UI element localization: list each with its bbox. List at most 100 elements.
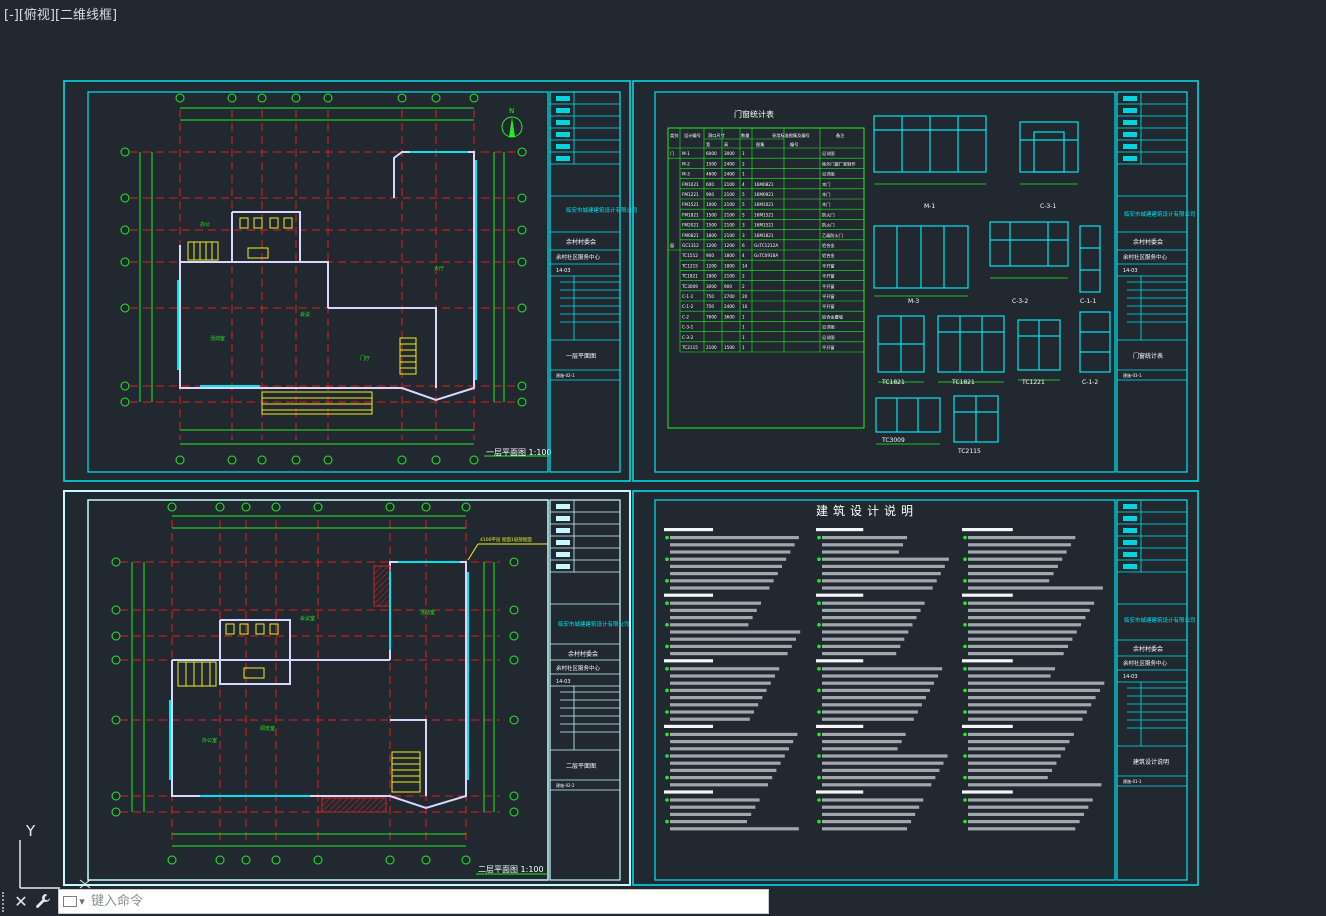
table-cell: 900 bbox=[724, 284, 732, 289]
svg-text:TC1221: TC1221 bbox=[1021, 379, 1045, 386]
table-cell: 2 bbox=[742, 161, 745, 166]
table-cell: 16M1521 bbox=[754, 212, 774, 217]
table-cell: 铝合金幕墙 bbox=[822, 313, 843, 320]
table-cell: M-1 bbox=[682, 151, 690, 156]
model-space-viewport[interactable]: [-][俯视][二维线框] N 办公 会议 大厅 门厅 活动室 一层平面图 1:… bbox=[0, 0, 1326, 916]
table-header-cell: 数量 bbox=[741, 132, 749, 139]
svg-text:TC1821: TC1821 bbox=[881, 379, 905, 386]
svg-text:建施-02-1: 建施-02-1 bbox=[556, 372, 575, 378]
svg-text:余村村委会: 余村村委会 bbox=[568, 650, 598, 658]
svg-text:TC1821: TC1821 bbox=[951, 379, 975, 386]
sheet-2-door-window-schedule[interactable]: 门窗统计表 类别 设计编号 洞口尺寸 数量 采用标准图集及编号 备注宽 高 图集 编号门 M-1 6… bbox=[632, 80, 1199, 482]
svg-text:余村村委会: 余村村委会 bbox=[1133, 645, 1163, 653]
table-cell: 900 bbox=[706, 253, 714, 258]
table-cell: 见详图 bbox=[822, 150, 835, 157]
table-cell: 3000 bbox=[706, 284, 717, 289]
entrance-ramp-1 bbox=[261, 391, 373, 415]
table-cell: 750 bbox=[706, 304, 714, 309]
table-cell: 3600 bbox=[724, 314, 735, 319]
table-cell: 2100 bbox=[724, 233, 735, 238]
command-input[interactable] bbox=[89, 890, 768, 913]
svg-text:二层平面图: 二层平面图 bbox=[566, 763, 596, 770]
table-cell: 2 bbox=[742, 284, 745, 289]
table-cell: 1 bbox=[742, 151, 745, 156]
svg-text:临安市城建建筑设计有限公司: 临安市城建建筑设计有限公司 bbox=[1124, 616, 1196, 624]
table-cell: FM1821 bbox=[682, 212, 699, 217]
svg-text:会议: 会议 bbox=[300, 311, 310, 318]
svg-text:门窗统计表: 门窗统计表 bbox=[1133, 352, 1163, 360]
table-cell: 2700 bbox=[724, 294, 735, 299]
svg-text:门厅: 门厅 bbox=[360, 355, 370, 362]
axis-grid-3 bbox=[120, 520, 500, 842]
table-cell: C-1-2 bbox=[682, 304, 694, 309]
table-cell: 2100 bbox=[724, 182, 735, 187]
close-icon[interactable]: ✕ bbox=[12, 893, 30, 911]
table-cell: 2100 bbox=[724, 212, 735, 217]
roof-hatch-3 bbox=[321, 565, 391, 813]
table-cell: 1 bbox=[742, 172, 745, 177]
table-cell: 木门 bbox=[822, 201, 830, 208]
svg-text:14-03: 14-03 bbox=[556, 679, 571, 685]
svg-text:M-3: M-3 bbox=[908, 298, 919, 305]
table-cell: 900 bbox=[706, 192, 714, 197]
table-subheader-cell: 图集 bbox=[756, 141, 765, 148]
table-header-cell: 洞口尺寸 bbox=[708, 132, 725, 139]
table-cell: 4 bbox=[742, 182, 745, 187]
table-cell: M-3 bbox=[682, 172, 690, 177]
table-cell: 5 bbox=[742, 192, 745, 197]
sheet-1-first-floor-plan[interactable]: N 办公会议大厅 门厅活动室 一层平面图 1:100 临安市城建建筑设计有限公司… bbox=[63, 80, 638, 482]
table-subheader-cell: 编号 bbox=[790, 141, 798, 148]
table-cell: 平开窗 bbox=[822, 344, 835, 351]
table-cell: GC1312 bbox=[682, 243, 699, 248]
svg-text:临安市城建建筑设计有限公司: 临安市城建建筑设计有限公司 bbox=[566, 206, 638, 214]
recent-commands-dropdown[interactable]: ▾ bbox=[59, 890, 89, 913]
table-cell: TC1512 bbox=[681, 253, 698, 258]
svg-text:C-3-1: C-3-1 bbox=[1040, 203, 1056, 210]
table-cell: 乙级防火门 bbox=[822, 232, 843, 239]
table-cell: C-1-1 bbox=[682, 294, 694, 299]
room-labels-1: 办公会议 大厅 门厅 活动室 bbox=[200, 221, 444, 362]
door-window-table: 类别 设计编号 洞口尺寸 数量 采用标准图集及编号 备注宽 高 图集 编号门 M-1 6000 300… bbox=[667, 127, 865, 429]
svg-text:建施-03-1: 建施-03-1 bbox=[1123, 372, 1142, 378]
command-line-grip[interactable] bbox=[2, 892, 9, 912]
table-cell: 16M1021 bbox=[754, 202, 774, 207]
table-cell: 防火门 bbox=[822, 222, 835, 229]
table-cell: C-3-1 bbox=[682, 325, 694, 330]
wrench-icon[interactable] bbox=[34, 893, 52, 911]
svg-text:会议室: 会议室 bbox=[300, 615, 315, 622]
table-cell: 1200 bbox=[706, 263, 717, 268]
table-cell: 铝合金 bbox=[822, 242, 835, 249]
ucs-icon bbox=[19, 840, 91, 889]
sheet-4-design-notes[interactable]: 建筑设计说明 临安市城建建筑设计有限公司 余村村委会 余村社区服务中心 14-0… bbox=[632, 490, 1199, 886]
table-cell: 7600 bbox=[706, 314, 717, 319]
table-subheader-cell: 宽 bbox=[706, 141, 711, 148]
svg-text:M-1: M-1 bbox=[924, 203, 935, 210]
stair-3 bbox=[177, 623, 421, 793]
terminal-icon bbox=[63, 896, 78, 907]
table-cell: TC3009 bbox=[681, 284, 698, 289]
table-cell: 2100 bbox=[724, 192, 735, 197]
svg-text:C-1-2: C-1-2 bbox=[1082, 379, 1098, 386]
sheet-3-second-floor-plan[interactable]: 会议室办公室 活动室阅览室 4100平层 屋面1层部屋面 二层平面图 1:100 bbox=[63, 490, 631, 886]
table-cell: GsTC0918A bbox=[754, 253, 778, 258]
room-labels-3: 会议室办公室 活动室阅览室 bbox=[202, 609, 435, 744]
svg-text:建施-01-1: 建施-01-1 bbox=[1123, 778, 1142, 784]
toilets-1 bbox=[239, 217, 293, 259]
svg-text:临安市城建建筑设计有限公司: 临安市城建建筑设计有限公司 bbox=[558, 620, 630, 628]
table-cell: 2400 bbox=[724, 304, 735, 309]
level-callout-3: 4100平层 屋面1层部屋面 bbox=[467, 536, 548, 561]
schedule-title: 门窗统计表 bbox=[734, 109, 774, 119]
svg-text:办公: 办公 bbox=[200, 221, 210, 228]
table-header-cell: 采用标准图集及编号 bbox=[772, 132, 810, 139]
table-cell: C-3-2 bbox=[682, 335, 694, 340]
svg-text:TC3009: TC3009 bbox=[881, 437, 905, 444]
table-header-cell: 类别 bbox=[670, 132, 678, 139]
table-cell: 除外门窗厂家制作 bbox=[822, 160, 856, 167]
svg-text:C-1-1: C-1-1 bbox=[1080, 298, 1096, 305]
design-notes-title: 建筑设计说明 bbox=[816, 503, 918, 518]
command-line-box[interactable]: ▾ bbox=[58, 889, 769, 914]
sheet-1-title: 一层平面图 1:100 bbox=[486, 448, 552, 457]
drawing-canvas[interactable]: N 办公会议大厅 门厅活动室 一层平面图 1:100 临安市城建建筑设计有限公司… bbox=[0, 0, 1326, 916]
svg-text:N: N bbox=[509, 107, 514, 115]
table-cell: 平开窗 bbox=[822, 303, 835, 310]
